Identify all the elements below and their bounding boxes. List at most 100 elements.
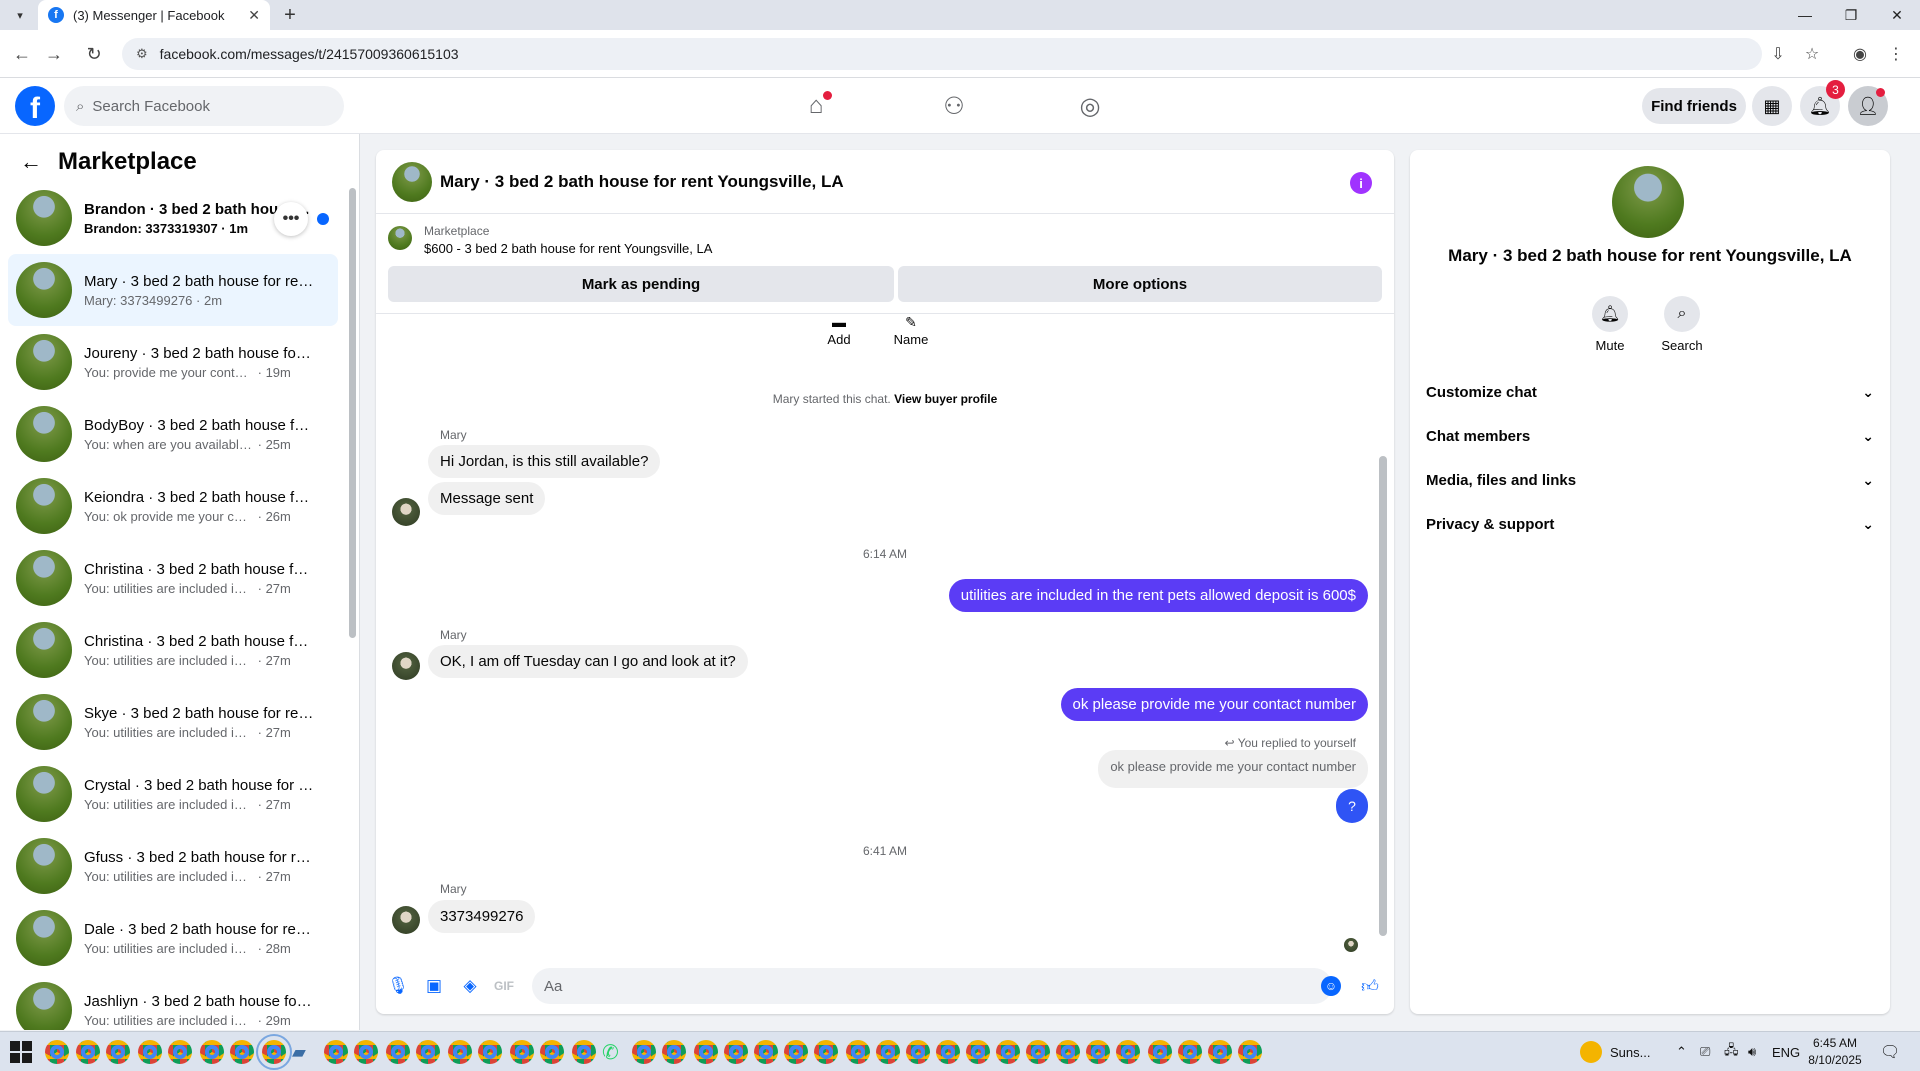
bookmark-star-icon[interactable]: ☆ xyxy=(1800,42,1824,66)
volume-icon[interactable]: 🔊︎ xyxy=(1748,1032,1756,1071)
taskbar-chrome-icon[interactable] xyxy=(168,1040,192,1064)
incoming-message[interactable]: Hi Jordan, is this still available? xyxy=(428,445,661,478)
tray-chevron-up-icon[interactable]: ⌃ xyxy=(1676,1032,1687,1071)
back-arrow-icon[interactable]: ← xyxy=(20,149,42,175)
taskbar-chrome-icon[interactable] xyxy=(694,1040,718,1064)
taskbar-chrome-icon[interactable] xyxy=(324,1040,348,1064)
taskbar-chrome-icon[interactable] xyxy=(510,1040,534,1064)
listing-title[interactable]: $600 - 3 bed 2 bath house for rent Young… xyxy=(424,241,712,256)
groups-icon[interactable]: ◎ xyxy=(1070,88,1110,124)
chat-list-item[interactable]: Gfuss · 3 bed 2 bath house for rent Youn… xyxy=(8,830,338,902)
sidebar-scrollbar[interactable] xyxy=(349,188,356,638)
taskbar-chrome-icon[interactable] xyxy=(876,1040,900,1064)
chat-list-item[interactable]: Brandon · 3 bed 2 bath house for rent Yo… xyxy=(8,182,338,254)
sender-avatar[interactable] xyxy=(392,498,420,526)
pencil-icon[interactable]: ✎ xyxy=(896,314,926,331)
taskbar-chrome-icon[interactable] xyxy=(724,1040,748,1064)
browser-menu-icon[interactable]: ⋮ xyxy=(1884,42,1908,66)
new-tab-button[interactable]: + xyxy=(278,4,302,26)
mute-button[interactable]: 🔔︎ Mute xyxy=(1580,296,1640,353)
back-icon[interactable]: ← xyxy=(8,40,36,68)
action-center-icon[interactable]: 🗨︎ xyxy=(1880,1032,1900,1071)
browser-tab-messenger[interactable]: f (3) Messenger | Facebook ✕ xyxy=(38,0,270,30)
emoji-icon[interactable]: ☺ xyxy=(1321,976,1341,996)
taskbar-chrome-icon[interactable] xyxy=(846,1040,870,1064)
taskbar-chrome-icon[interactable] xyxy=(478,1040,502,1064)
chat-list-item[interactable]: Crystal · 3 bed 2 bath house for rent Yo… xyxy=(8,758,338,830)
tab-search-dropdown-icon[interactable]: ▾ xyxy=(8,6,32,24)
profile-icon[interactable]: ◉ xyxy=(1848,42,1872,66)
forward-icon[interactable]: → xyxy=(40,40,68,68)
reload-icon[interactable]: ↻ xyxy=(80,40,108,68)
chat-list-item[interactable]: Jashliyn · 3 bed 2 bath house for rent Y… xyxy=(8,974,338,1030)
system-clock[interactable]: 6:45 AM 8/10/2025 xyxy=(1800,1035,1870,1069)
info-icon[interactable]: i xyxy=(1350,172,1372,194)
weather-widget[interactable]: Suns... xyxy=(1580,1032,1650,1071)
chat-members-section[interactable]: Chat members ⌄ xyxy=(1426,414,1874,458)
menu-grid-icon[interactable]: ▦ xyxy=(1752,86,1792,126)
chat-list-item[interactable]: BodyBoy · 3 bed 2 bath house for rent Yo… xyxy=(8,398,338,470)
media-files-links-section[interactable]: Media, files and links ⌄ xyxy=(1426,458,1874,502)
incoming-message[interactable]: OK, I am off Tuesday can I go and look a… xyxy=(428,645,748,678)
taskbar-chrome-icon[interactable] xyxy=(540,1040,564,1064)
outgoing-message[interactable]: utilities are included in the rent pets … xyxy=(948,579,1368,612)
chat-list-item[interactable]: Christina · 3 bed 2 bath house for rent … xyxy=(8,542,338,614)
tray-meet-icon[interactable]: ⎚ xyxy=(1700,1032,1710,1071)
chat-list-item[interactable]: Christina · 3 bed 2 bath house for rent … xyxy=(8,614,338,686)
conversation-avatar[interactable] xyxy=(392,161,432,202)
incoming-message[interactable]: 3373499276 xyxy=(428,900,536,933)
search-in-conversation-button[interactable]: ⌕ Search xyxy=(1652,296,1712,353)
minimize-icon[interactable]: — xyxy=(1782,0,1828,30)
chat-more-options-button[interactable]: ••• xyxy=(274,202,308,236)
name-label[interactable]: Name xyxy=(881,332,941,347)
microphone-icon[interactable]: 🎙︎ xyxy=(386,974,410,998)
taskbar-chrome-icon[interactable] xyxy=(572,1040,596,1064)
chat-list-item[interactable]: Keiondra · 3 bed 2 bath house for rent Y… xyxy=(8,470,338,542)
mark-as-pending-button[interactable]: Mark as pending xyxy=(388,266,894,302)
taskbar-chrome-icon[interactable] xyxy=(230,1040,254,1064)
input-language[interactable]: ENG xyxy=(1772,1032,1800,1071)
site-settings-icon[interactable]: ⚙ xyxy=(136,46,148,62)
taskbar-chrome-icon[interactable] xyxy=(1026,1040,1050,1064)
outgoing-message[interactable]: ok please provide me your contact number xyxy=(1060,688,1368,721)
sender-avatar[interactable] xyxy=(392,906,420,934)
taskbar-chrome-icon[interactable] xyxy=(906,1040,930,1064)
listing-thumbnail[interactable] xyxy=(388,226,412,250)
taskbar-chrome-icon[interactable] xyxy=(662,1040,686,1064)
customize-chat-section[interactable]: Customize chat ⌄ xyxy=(1426,370,1874,414)
taskbar-chrome-icon[interactable] xyxy=(936,1040,960,1064)
attach-photo-icon[interactable]: ▣ xyxy=(422,974,446,998)
chat-list-item[interactable]: Mary · 3 bed 2 bath house for rent Young… xyxy=(8,254,338,326)
taskbar-chrome-icon[interactable] xyxy=(416,1040,440,1064)
taskbar-chrome-icon[interactable] xyxy=(1086,1040,1110,1064)
privacy-support-section[interactable]: Privacy & support ⌄ xyxy=(1426,502,1874,546)
whatsapp-icon[interactable]: ✆ xyxy=(602,1032,619,1071)
find-friends-button[interactable]: Find friends xyxy=(1642,88,1746,124)
taskbar-chrome-icon[interactable] xyxy=(996,1040,1020,1064)
network-icon[interactable]: 🖧︎ xyxy=(1724,1032,1739,1071)
incoming-message[interactable]: Message sent xyxy=(428,482,546,515)
taskbar-chrome-icon[interactable] xyxy=(138,1040,162,1064)
address-bar[interactable]: ⚙ facebook.com/messages/t/24157009360615… xyxy=(122,38,1762,70)
taskbar-chrome-icon[interactable] xyxy=(386,1040,410,1064)
conversation-scrollbar[interactable] xyxy=(1379,456,1387,936)
taskbar-chrome-icon[interactable] xyxy=(448,1040,472,1064)
outgoing-reply-message[interactable]: ? xyxy=(1336,789,1368,823)
sender-avatar[interactable] xyxy=(392,652,420,680)
conversation-title[interactable]: Mary · 3 bed 2 bath house for rent Young… xyxy=(440,172,844,192)
add-label[interactable]: Add xyxy=(809,332,869,347)
file-explorer-icon[interactable]: ▰ xyxy=(292,1032,306,1071)
start-windows-icon[interactable] xyxy=(10,1041,32,1063)
taskbar-chrome-icon[interactable] xyxy=(814,1040,838,1064)
taskbar-chrome-icon[interactable] xyxy=(106,1040,130,1064)
taskbar-chrome-icon[interactable] xyxy=(1208,1040,1232,1064)
facebook-logo-icon[interactable]: f xyxy=(15,86,55,126)
taskbar-chrome-icon[interactable] xyxy=(76,1040,100,1064)
taskbar-chrome-icon[interactable] xyxy=(200,1040,224,1064)
gif-icon[interactable]: GIF xyxy=(492,974,516,998)
chat-list-item[interactable]: Skye · 3 bed 2 bath house for rent Young… xyxy=(8,686,338,758)
taskbar-chrome-icon[interactable] xyxy=(45,1040,69,1064)
install-app-icon[interactable]: ⇩ xyxy=(1766,42,1790,66)
taskbar-chrome-icon[interactable] xyxy=(1116,1040,1140,1064)
taskbar-chrome-icon[interactable] xyxy=(1148,1040,1172,1064)
